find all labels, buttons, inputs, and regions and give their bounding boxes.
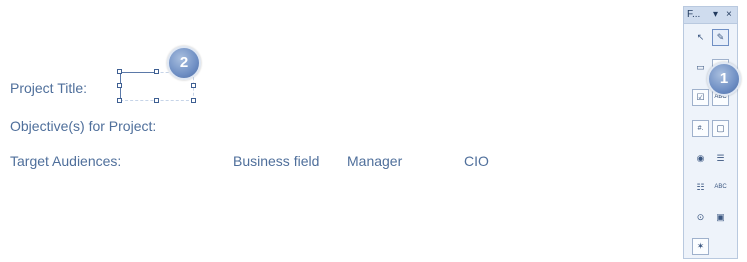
resize-handle-se[interactable] [191, 98, 196, 103]
resize-handle-e[interactable] [191, 83, 196, 88]
resize-handle-nw[interactable] [117, 69, 122, 74]
target-audiences-label: Target Audiences: [10, 153, 122, 169]
image-control-icon[interactable]: ▣ [712, 209, 729, 226]
resize-handle-w[interactable] [117, 83, 122, 88]
audience-business-field: Business field [233, 153, 320, 169]
project-title-label: Project Title: [10, 80, 88, 96]
audience-manager: Manager [347, 153, 403, 169]
group-box-icon[interactable]: ⊙ [692, 209, 709, 226]
option-button-icon[interactable]: ◉ [692, 150, 709, 167]
wizard-icon[interactable]: ✶ [692, 238, 709, 255]
audience-cio: CIO [464, 153, 489, 169]
select-pointer-icon[interactable]: ↖ [692, 29, 709, 46]
list-box-icon[interactable]: ☰ [712, 150, 729, 167]
resize-handle-sw[interactable] [117, 98, 122, 103]
callout-1: 1 [707, 62, 741, 96]
form-toolbox: F... ▾ × ↖ ✎ ▭ abl ☑ ABC #. ▢ ◉ ☰ ☷ ABC … [683, 6, 738, 259]
toolbox-menu-icon[interactable]: ▾ [713, 9, 718, 20]
toolbox-title: F... [687, 9, 701, 20]
callout-2: 2 [167, 46, 201, 80]
resize-handle-s[interactable] [154, 98, 159, 103]
checkbox-icon[interactable]: ☑ [692, 89, 709, 106]
design-mode-icon[interactable]: ✎ [712, 29, 729, 46]
numeric-field-icon[interactable]: #. [692, 120, 709, 137]
button-icon[interactable]: ▢ [712, 120, 729, 137]
resize-handle-n[interactable] [154, 69, 159, 74]
field-top-edge [120, 72, 156, 73]
form-field-icon[interactable]: ▭ [692, 59, 709, 76]
toolbox-titlebar: F... ▾ × [684, 7, 737, 24]
objectives-label: Objective(s) for Project: [10, 118, 157, 134]
text-label-icon[interactable]: ABC [712, 179, 729, 196]
combo-box-icon[interactable]: ☷ [692, 179, 709, 196]
close-icon[interactable]: × [726, 9, 732, 20]
